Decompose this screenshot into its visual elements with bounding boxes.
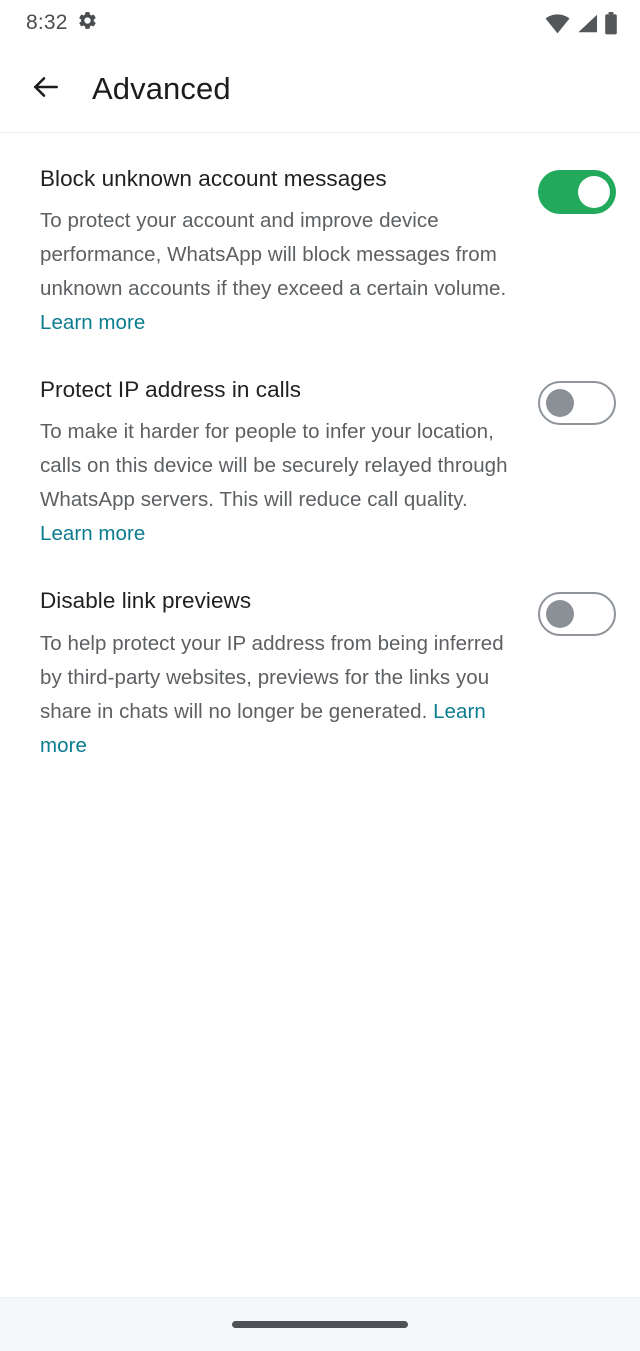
setting-description: To protect your account and improve devi… — [40, 204, 516, 340]
setting-row-block-unknown-account-messages[interactable]: Block unknown account messages To protec… — [0, 147, 640, 358]
status-bar-clock: 8:32 — [26, 11, 68, 34]
learn-more-link[interactable]: Learn more — [40, 311, 145, 334]
setting-row-disable-link-previews[interactable]: Disable link previews To help protect yo… — [0, 569, 640, 780]
setting-title: Disable link previews — [40, 588, 252, 614]
settings-list: Block unknown account messages To protec… — [0, 133, 640, 1297]
wifi-icon — [545, 13, 570, 34]
switch-knob — [578, 176, 610, 208]
gear-icon — [77, 10, 98, 36]
setting-row-protect-ip-address-in-calls[interactable]: Protect IP address in calls To make it h… — [0, 358, 640, 569]
setting-text-block: Block unknown account messages To protec… — [40, 165, 538, 340]
app-bar-divider — [0, 132, 640, 133]
switch-track-on[interactable] — [538, 170, 616, 214]
back-button[interactable] — [24, 67, 68, 111]
cellular-signal-icon — [576, 13, 598, 34]
setting-text-block: Protect IP address in calls To make it h… — [40, 376, 538, 551]
back-arrow-icon — [30, 71, 62, 108]
battery-full-icon — [604, 11, 618, 35]
setting-description-text: To make it harder for people to infer yo… — [40, 420, 508, 512]
learn-more-link[interactable]: Learn more — [40, 522, 145, 545]
switch-knob — [545, 599, 574, 628]
setting-description: To make it harder for people to infer yo… — [40, 415, 516, 551]
switch-track-off[interactable] — [538, 592, 616, 637]
status-bar: 8:32 — [0, 0, 640, 46]
setting-description-text: To protect your account and improve devi… — [40, 209, 507, 301]
setting-title: Protect IP address in calls — [40, 377, 302, 403]
page-title: Advanced — [92, 71, 231, 106]
setting-description: To help protect your IP address from bei… — [40, 627, 516, 763]
phone-screen: WABetaInfo 8:32 — [0, 0, 640, 1351]
setting-title: Block unknown account messages — [40, 166, 387, 191]
gesture-home-handle[interactable] — [232, 1321, 408, 1328]
setting-text-block: Disable link previews To help protect yo… — [40, 587, 538, 762]
switch-knob — [545, 388, 574, 417]
app-bar: Advanced — [0, 46, 640, 132]
toggle-block-unknown-account-messages[interactable] — [538, 165, 616, 214]
switch-track-off[interactable] — [538, 381, 616, 426]
navigation-bar — [0, 1297, 640, 1351]
status-bar-left: 8:32 — [26, 10, 98, 36]
toggle-protect-ip-address-in-calls[interactable] — [538, 376, 616, 426]
toggle-disable-link-previews[interactable] — [538, 587, 616, 637]
status-bar-right — [545, 11, 618, 35]
